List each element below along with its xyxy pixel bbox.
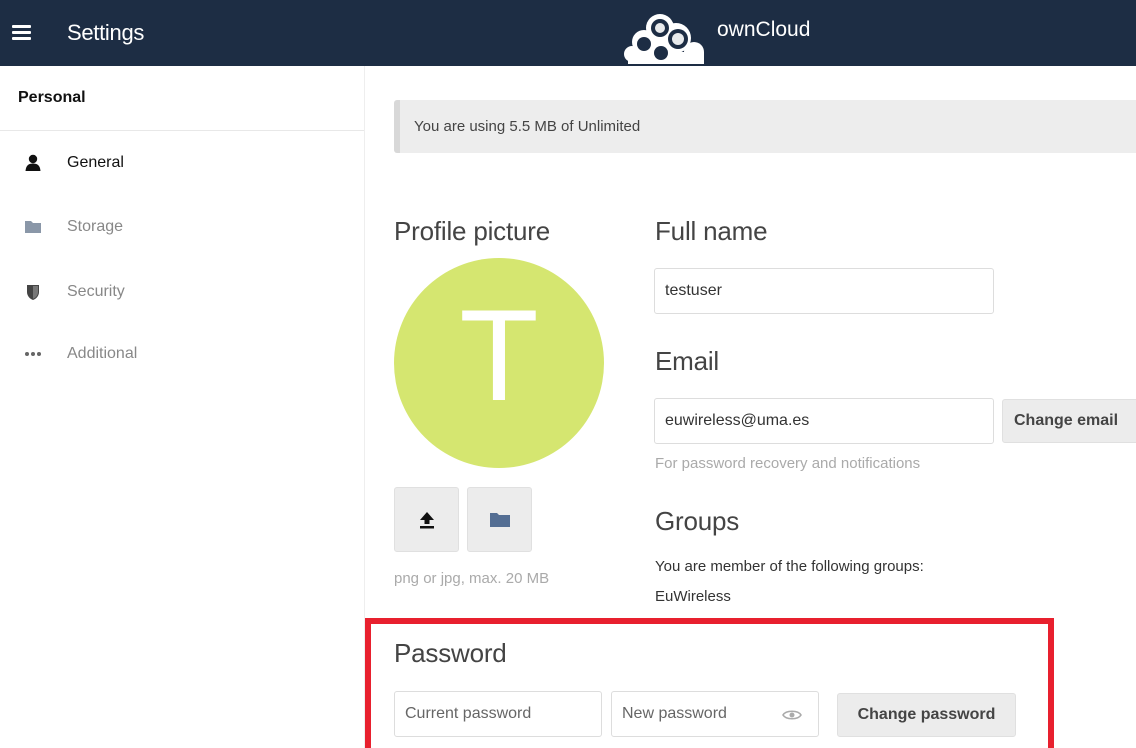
owncloud-logo-icon[interactable]: [620, 8, 712, 64]
groups-list: EuWireless: [655, 588, 731, 605]
sidebar-item-label: Storage: [67, 218, 124, 235]
menu-icon[interactable]: [12, 25, 31, 40]
quota-text: You are using 5.5 MB of Unlimited: [414, 118, 641, 135]
sidebar-divider: [0, 130, 364, 131]
avatar-hint: png or jpg, max. 20 MB: [394, 570, 550, 587]
upload-icon: [419, 511, 434, 528]
sidebar-heading: Personal: [18, 89, 86, 106]
sidebar-item-label: Security: [67, 283, 125, 300]
sidebar-item-label: Additional: [67, 345, 138, 362]
brand-name[interactable]: ownCloud: [717, 18, 810, 42]
folder-icon: [489, 512, 510, 527]
sidebar-item-security[interactable]: Security: [0, 267, 364, 317]
email-input[interactable]: [654, 398, 994, 444]
settings-sidebar: Personal General Storage Security Additi…: [0, 66, 365, 748]
email-title: Email: [655, 346, 720, 376]
sidebar-item-storage[interactable]: Storage: [0, 202, 364, 252]
shield-icon: [27, 285, 39, 300]
sidebar-item-additional[interactable]: Additional: [0, 329, 364, 379]
full-name-title: Full name: [655, 216, 768, 246]
full-name-input[interactable]: [654, 268, 994, 314]
change-password-button[interactable]: Change password: [837, 693, 1016, 737]
email-hint: For password recovery and notifications: [655, 455, 921, 472]
groups-title: Groups: [655, 506, 740, 536]
more-icon: [25, 352, 41, 356]
upload-button[interactable]: [394, 487, 459, 552]
quota-banner: You are using 5.5 MB of Unlimited: [394, 100, 1136, 153]
show-password-icon[interactable]: [782, 708, 802, 722]
avatar-initial: T: [459, 282, 539, 428]
select-from-files-button[interactable]: [467, 487, 532, 552]
top-header: Settings ownCloud: [0, 0, 1136, 66]
sidebar-item-general[interactable]: General: [0, 138, 364, 188]
profile-picture-title: Profile picture: [394, 216, 550, 246]
avatar: T: [394, 258, 604, 468]
folder-icon: [25, 221, 41, 233]
app-title[interactable]: Settings: [67, 20, 144, 46]
groups-text: You are member of the following groups:: [655, 558, 924, 575]
user-icon: [25, 154, 41, 171]
sidebar-item-label: General: [67, 154, 124, 171]
password-title: Password: [394, 638, 507, 668]
change-email-button[interactable]: Change email: [1002, 399, 1136, 443]
current-password-input[interactable]: [394, 691, 602, 737]
